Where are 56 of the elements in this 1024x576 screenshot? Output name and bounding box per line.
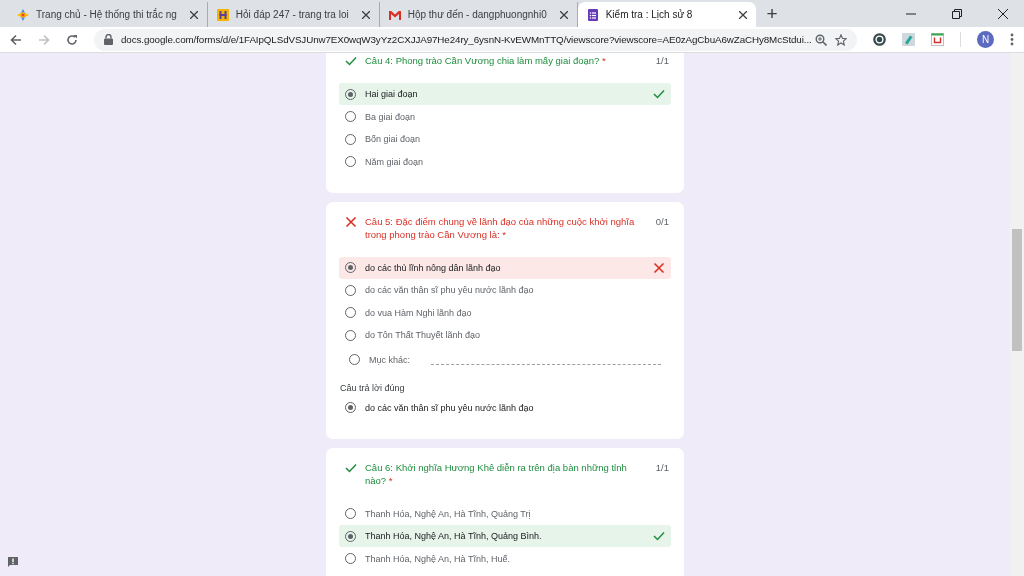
envelope-icon [388, 8, 401, 21]
form-icon [586, 8, 599, 21]
menu-icon[interactable] [1010, 33, 1014, 46]
close-icon[interactable] [189, 10, 198, 19]
question-title: Câu 5: Đặc điểm chung về lãnh đạo của những cuộc khởi nghĩa trong phong trào Cần Vương là: * [365, 214, 636, 241]
close-icon[interactable] [361, 10, 370, 19]
option-label: Bốn giai đoạn [365, 134, 421, 144]
scrollbar[interactable] [1010, 53, 1024, 576]
address-bar[interactable]: docs.google.com/forms/d/e/1FAIpQLSdVSJUnw7EX0wqW3yYz2CXJJA97He24ry_6ysnN-KvEWMnTTQ/viewscore?viewscore=AE0zAgCbuA6wZaCHy8McStdui... [94, 28, 857, 51]
feedback-icon[interactable] [7, 554, 19, 566]
fill-in-line[interactable] [431, 362, 661, 365]
close-icon[interactable] [739, 10, 748, 19]
option-label: Thanh Hóa, Nghệ An, Hà Tĩnh, Huế. [365, 553, 510, 564]
correct-answer: do các văn thân sĩ phu yêu nước lãnh đạo [365, 402, 534, 413]
reload-icon[interactable] [66, 33, 78, 46]
diamond-icon [17, 8, 29, 21]
question-title: Câu 4: Phong trào Cần Vương chia làm mấy giai đoạn? * [365, 54, 607, 67]
checkmark-icon [653, 530, 665, 542]
answer-row[interactable]: Thanh Hóa, Nghệ An, Hà Tĩnh, Quảng Bình. [339, 525, 671, 547]
option-label: Hai giai đoạn [365, 89, 418, 99]
option-label: do các thủ lĩnh nông dân lãnh đạo [365, 262, 501, 273]
scrollbar-thumb[interactable] [1012, 229, 1022, 351]
option-label: do vua Hàm Nghi lãnh đạo [365, 307, 472, 318]
close-icon[interactable] [998, 8, 1008, 19]
checkmark-icon [653, 88, 665, 100]
lock-icon [104, 34, 113, 45]
back-arrow-icon[interactable] [10, 33, 22, 46]
score: 0/1 [655, 214, 670, 228]
browser-tab[interactable]: Kiểm tra : Lịch sử 8 [577, 2, 757, 27]
cross-icon [653, 261, 665, 274]
option-label: Mục khác: [369, 354, 410, 365]
correct-answer-heading: Câu trả lời đúng [339, 382, 406, 393]
extension-icon[interactable] [873, 33, 886, 46]
option-label: do các văn thân sĩ phu yêu nước lãnh đạo [365, 285, 534, 295]
close-icon[interactable] [559, 10, 568, 19]
option-label: Ba giai đoạn [365, 111, 416, 122]
option-label: Thanh Hóa, Nghệ An, Hà Tĩnh, Quảng Bình. [365, 531, 542, 541]
extension-icon[interactable] [931, 33, 944, 46]
option-label: Thanh Hóa, Nghệ An, Hà Tĩnh, Quảng Trị [365, 508, 531, 519]
h-letter-icon [216, 8, 229, 21]
new-tab-button[interactable]: + [766, 4, 778, 24]
option-label: do Tôn Thất Thuyết lãnh đạo [365, 330, 481, 340]
profile-avatar[interactable]: N [977, 31, 994, 48]
score: 1/1 [655, 460, 670, 474]
option-label: Năm giai đoạn [365, 156, 424, 167]
restore-icon[interactable] [952, 8, 962, 19]
star-icon[interactable] [835, 33, 847, 46]
tab-title: Hộp thư đến - dangphuongnhi0 [407, 9, 547, 20]
score: 1/1 [655, 54, 670, 67]
question-title: Câu 6: Khởi nghĩa Hương Khê diễn ra trên địa bàn những tỉnh nào? * [365, 460, 628, 487]
answer-row[interactable]: do các thủ lĩnh nông dân lãnh đạo [339, 256, 671, 279]
answer-row[interactable]: Hai giai đoạn [339, 83, 671, 105]
tab-title: Trang chủ - Hệ thống thi trắc ng [36, 9, 177, 20]
zoom-icon[interactable] [815, 33, 827, 46]
tab-title: Hỏi đáp 247 - trang tra loi [235, 9, 349, 20]
tab-title: Kiểm tra : Lịch sử 8 [605, 9, 693, 20]
